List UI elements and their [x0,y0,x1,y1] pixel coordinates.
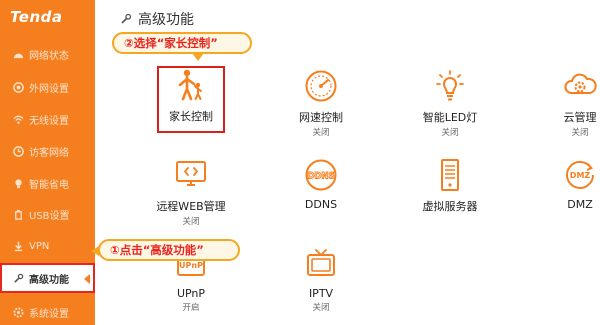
tile-status: 关闭 [182,217,200,227]
active-caret-icon [84,274,90,284]
sidebar-item-label: 访客网络 [29,147,69,159]
sidebar-item-label: 智能省电 [29,179,69,191]
sidebar-item-system[interactable]: 系统设置 [0,297,95,325]
tile-name: IPTV [308,287,334,300]
tile-status: 开启 [182,303,200,313]
sidebar-item-wireless[interactable]: 无线设置 [0,104,95,134]
sidebar-item-label: 网络状态 [29,50,69,62]
sidebar-item-advanced[interactable]: 高级功能 [0,263,95,293]
tile-name: 虚拟服务器 [422,200,478,213]
globe-icon [13,81,24,93]
server-icon [441,159,459,191]
parental-control-highlight [157,66,225,133]
tile-speed-control[interactable]: 网速控制 关闭 [266,69,376,138]
svg-text:UPnP: UPnP [179,261,203,270]
wifi-icon [13,114,24,125]
sidebar-item-label: 高级功能 [29,274,69,286]
guest-icon [13,145,24,157]
tile-name: DDNS [304,198,338,211]
tile-name: UPnP [176,287,206,300]
page-title: 高级功能 [120,9,194,29]
page-title-text: 高级功能 [138,12,194,28]
tile-name: 网速控制 [299,111,343,124]
tile-ddns[interactable]: DDNS DDNS [266,158,376,211]
logo: Tenda [10,8,63,26]
vpn-icon [13,241,24,252]
tile-dmz[interactable]: DMZ DMZ [525,158,600,211]
sidebar: Tenda 网络状态 外网设置 无线设置 访客网络 智能省电 USB设置 VPN… [0,0,95,325]
tile-name: DMZ [567,198,593,211]
cloud-gear-icon [564,73,597,94]
tile-name: 远程WEB管理 [156,200,226,213]
ddns-icon: DDNS [305,159,337,191]
tile-status: 关闭 [312,303,330,313]
tv-icon [307,249,335,276]
svg-text:DMZ: DMZ [570,171,591,180]
svg-text:DDNS: DDNS [307,172,334,182]
sidebar-item-label: 系统设置 [29,308,69,320]
sidebar-item-wan[interactable]: 外网设置 [0,72,95,102]
tile-iptv[interactable]: IPTV 关闭 [266,247,376,313]
tile-status: 关闭 [441,128,459,138]
gear-icon [13,306,24,318]
speedometer-icon [305,70,337,102]
sidebar-item-guest[interactable]: 访客网络 [0,136,95,166]
tile-status: 关闭 [312,128,330,138]
usb-icon [13,209,24,220]
sidebar-item-network-status[interactable]: 网络状态 [0,39,95,69]
dmz-icon: DMZ [566,160,594,189]
tile-cloud-management[interactable]: 云管理 关闭 [525,69,600,138]
tile-remote-web-management[interactable]: 远程WEB管理 关闭 [136,158,246,227]
callout-step-1: ①点击“高级功能” [91,239,240,261]
dashboard-icon [13,49,24,60]
wrench-icon [121,13,132,24]
tile-name: 云管理 [563,111,597,124]
wrench-icon [13,273,24,284]
led-bulb-icon [436,70,464,101]
tile-status: 关闭 [571,128,589,138]
sidebar-item-label: 无线设置 [29,115,69,127]
sidebar-item-usb[interactable]: USB设置 [0,199,95,229]
bulb-icon [13,178,24,189]
sidebar-item-vpn[interactable]: VPN [0,231,95,261]
callout-step-2: ②选择“家长控制” [112,32,252,61]
tile-virtual-server[interactable]: 虚拟服务器 [395,158,505,214]
monitor-code-icon [176,161,206,186]
sidebar-item-power-save[interactable]: 智能省电 [0,168,95,198]
tile-name: 智能LED灯 [422,111,478,124]
sidebar-item-label: VPN [29,240,50,252]
sidebar-item-label: USB设置 [29,210,70,222]
tile-smart-led[interactable]: 智能LED灯 关闭 [395,69,505,138]
sidebar-item-label: 外网设置 [29,83,69,95]
